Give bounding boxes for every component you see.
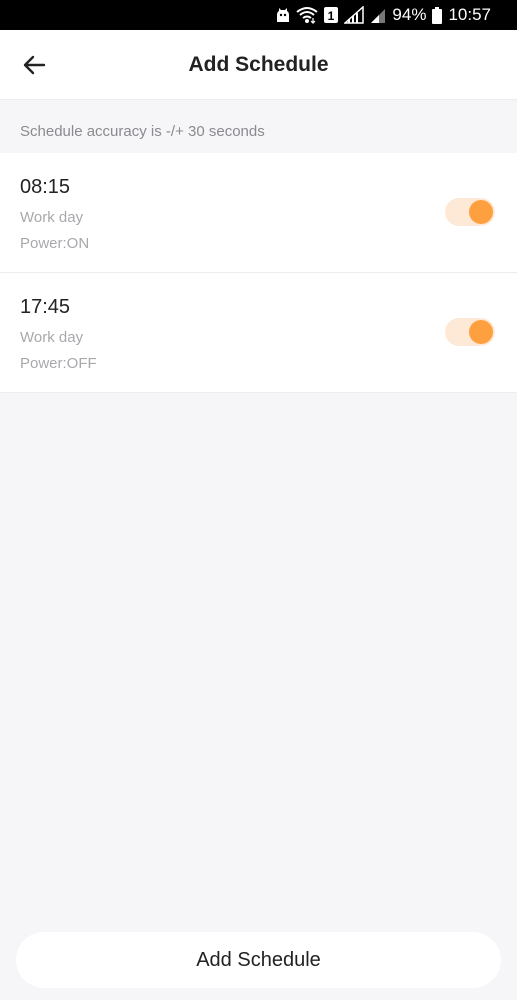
signal-icon (344, 6, 365, 24)
accuracy-note: Schedule accuracy is -/+ 30 seconds (20, 123, 265, 140)
sim-slot-icon: 1 (324, 7, 339, 23)
battery-icon (432, 6, 443, 24)
schedule-days: Work day (20, 329, 84, 346)
toggle-knob (469, 320, 493, 344)
schedule-days: Work day (20, 209, 84, 226)
back-button[interactable] (14, 48, 54, 82)
signal-secondary-icon (370, 6, 386, 24)
toggle-knob (469, 200, 493, 224)
app-header: Add Schedule (0, 30, 517, 100)
wifi-icon (296, 6, 319, 24)
sim-slot-number: 1 (328, 9, 335, 23)
schedule-time: 17:45 (20, 296, 71, 318)
schedule-power: Power:OFF (20, 355, 97, 372)
android-notification-icon (276, 7, 290, 23)
schedule-time: 08:15 (20, 176, 71, 198)
battery-percent: 94% (392, 5, 427, 24)
page-title: Add Schedule (188, 52, 329, 76)
status-time: 10:57 (448, 5, 491, 24)
status-bar: 1 94% 10:57 (0, 0, 517, 30)
schedule-toggle[interactable] (445, 318, 495, 346)
schedule-power: Power:ON (20, 235, 90, 252)
arrow-left-icon (23, 55, 46, 75)
add-schedule-button[interactable]: Add Schedule (16, 932, 501, 988)
schedule-toggle[interactable] (445, 198, 495, 226)
schedule-item[interactable]: 08:15 Work day Power:ON (0, 153, 517, 273)
schedule-item[interactable]: 17:45 Work day Power:OFF (0, 273, 517, 393)
schedule-list: 08:15 Work day Power:ON 17:45 Work day P… (0, 153, 517, 393)
